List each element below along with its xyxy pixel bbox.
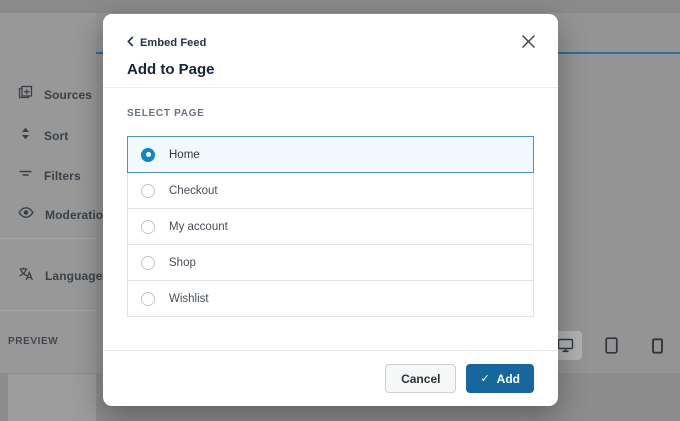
modal-header: Embed Feed Add to Page: [103, 14, 558, 88]
page-option-wishlist[interactable]: Wishlist: [127, 280, 534, 317]
radio-unselected-icon[interactable]: [141, 292, 155, 306]
back-chevron-icon: [127, 34, 134, 52]
sidebar-item-label: Language: [45, 269, 102, 283]
sidebar-item-label: Moderation: [45, 208, 111, 222]
close-button[interactable]: [518, 33, 538, 53]
radio-selected-icon[interactable]: [141, 148, 155, 162]
admin-topbar: [0, 0, 680, 13]
page-option-home[interactable]: Home: [127, 136, 534, 173]
mobile-preview-button[interactable]: [641, 331, 674, 360]
page-option-label: My account: [169, 221, 228, 233]
add-button-label: Add: [497, 372, 520, 386]
page-option-my-account[interactable]: My account: [127, 208, 534, 245]
back-link-label: Embed Feed: [140, 37, 206, 49]
page-option-label: Checkout: [169, 185, 218, 197]
tablet-icon: [605, 337, 618, 354]
preview-device-toolbar: [549, 331, 674, 360]
modal-body: SELECT PAGE Home Checkout My account Sho…: [103, 88, 558, 317]
select-page-label: SELECT PAGE: [127, 108, 534, 119]
sort-icon: [18, 126, 33, 146]
sidebar-item-filters[interactable]: Filters: [18, 166, 81, 186]
page-option-shop[interactable]: Shop: [127, 244, 534, 281]
sidebar-item-sources[interactable]: Sources: [18, 85, 92, 105]
sidebar-divider: [0, 238, 96, 239]
modal-title: Add to Page: [127, 61, 534, 78]
preview-section-label: PREVIEW: [8, 336, 58, 347]
close-icon: [521, 34, 536, 52]
moderation-icon: [18, 206, 34, 224]
page-option-label: Home: [169, 149, 200, 161]
sidebar-item-language[interactable]: Language: [18, 266, 102, 286]
sidebar-divider: [0, 310, 96, 311]
preview-panel: [8, 374, 96, 421]
radio-unselected-icon[interactable]: [141, 256, 155, 270]
mobile-icon: [652, 338, 663, 354]
sidebar-item-label: Sources: [44, 88, 92, 102]
check-icon: ✓: [480, 372, 489, 385]
language-icon: [18, 266, 34, 286]
modal-footer: Cancel ✓ Add: [103, 350, 558, 406]
cancel-button[interactable]: Cancel: [385, 364, 456, 393]
sidebar-item-sort[interactable]: Sort: [18, 126, 68, 146]
page-option-checkout[interactable]: Checkout: [127, 172, 534, 209]
sidebar-item-label: Sort: [44, 129, 68, 143]
add-button[interactable]: ✓ Add: [466, 364, 534, 393]
page-list: Home Checkout My account Shop Wishlist: [127, 136, 534, 317]
radio-unselected-icon[interactable]: [141, 184, 155, 198]
back-link-embed-feed[interactable]: Embed Feed: [127, 34, 206, 52]
app-screen: Sources Sort Filters Moderation Language…: [0, 0, 680, 421]
sources-icon: [18, 85, 33, 105]
radio-unselected-icon[interactable]: [141, 220, 155, 234]
sidebar-item-moderation[interactable]: Moderation: [18, 206, 111, 224]
tablet-preview-button[interactable]: [595, 331, 628, 360]
page-option-label: Wishlist: [169, 293, 209, 305]
filters-icon: [18, 166, 33, 186]
sidebar-item-label: Filters: [44, 169, 81, 183]
page-option-label: Shop: [169, 257, 196, 269]
desktop-icon: [557, 338, 574, 353]
add-to-page-modal: Embed Feed Add to Page SELECT PAGE Home …: [103, 14, 558, 406]
